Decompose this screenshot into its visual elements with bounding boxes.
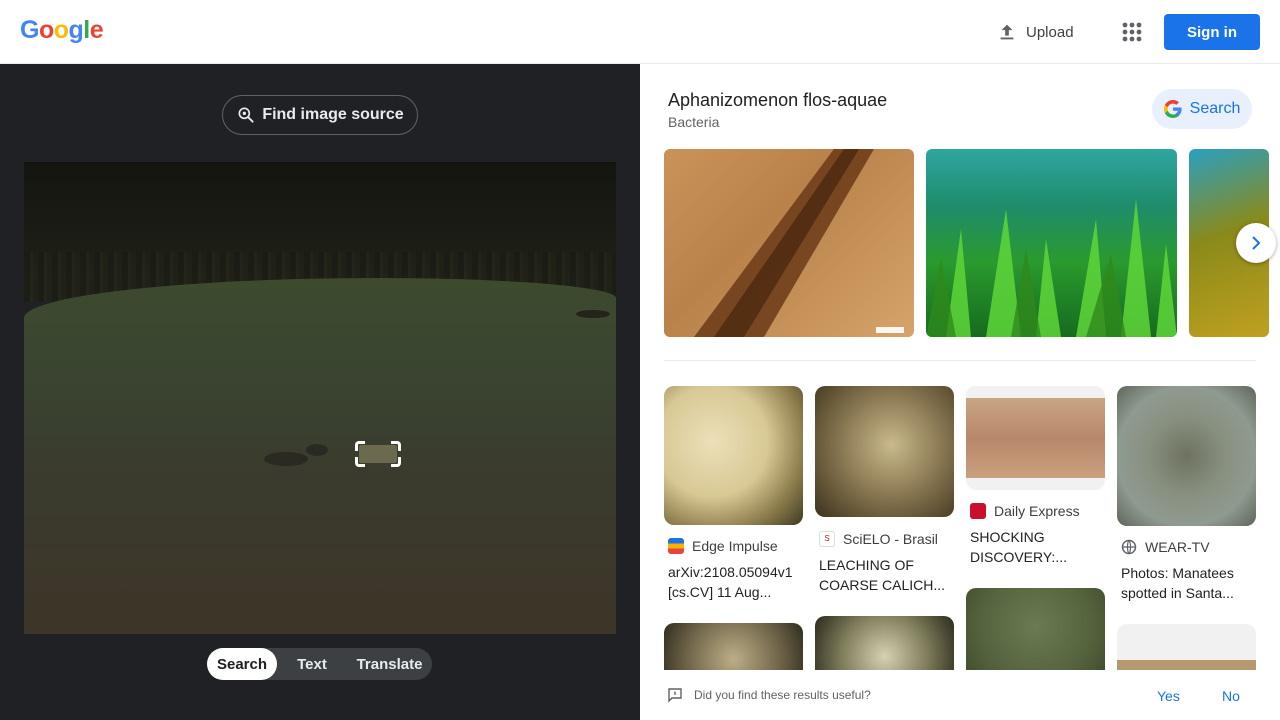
result-title[interactable]: SHOCKING DISCOVERY:... bbox=[970, 527, 1102, 567]
result-source[interactable]: S SciELO - Brasil bbox=[819, 531, 938, 547]
knowledge-subtitle: Bacteria bbox=[668, 114, 720, 130]
crop-selection-box[interactable] bbox=[355, 441, 401, 467]
section-divider bbox=[664, 360, 1256, 361]
mode-tab-text[interactable]: Text bbox=[277, 648, 347, 680]
result-thumbnail[interactable] bbox=[815, 386, 954, 517]
result-source-label: WEAR-TV bbox=[1145, 539, 1210, 555]
result-source-label: Edge Impulse bbox=[692, 538, 778, 554]
lens-search-icon bbox=[238, 107, 254, 123]
upload-button[interactable]: Upload bbox=[990, 16, 1080, 48]
upload-icon bbox=[1000, 24, 1014, 40]
find-image-source-label: Find image source bbox=[262, 106, 404, 123]
result-thumbnail[interactable] bbox=[1117, 386, 1256, 526]
feedback-yes-button[interactable]: Yes bbox=[1157, 688, 1180, 704]
result-source-label: SciELO - Brasil bbox=[843, 531, 938, 547]
knowledge-title[interactable]: Aphanizomenon flos-aquae bbox=[668, 90, 887, 111]
logo-letter: e bbox=[89, 16, 104, 44]
header: Google Upload Sign in bbox=[0, 0, 1280, 64]
result-thumbnail[interactable] bbox=[966, 386, 1105, 490]
result-source[interactable]: Daily Express bbox=[970, 503, 1080, 519]
result-title[interactable]: Photos: Manatees spotted in Santa... bbox=[1121, 563, 1253, 603]
upload-label: Upload bbox=[1026, 23, 1074, 41]
knowledge-search-button[interactable]: Search bbox=[1152, 89, 1252, 129]
mode-switcher: Search Text Translate bbox=[207, 648, 432, 680]
find-image-source-button[interactable]: Find image source bbox=[222, 95, 418, 135]
photo-duck bbox=[576, 310, 610, 318]
apps-grid-icon[interactable] bbox=[1118, 18, 1146, 46]
microscope-strand bbox=[694, 149, 904, 337]
result-source[interactable]: WEAR-TV bbox=[1121, 539, 1210, 555]
photo-duck bbox=[306, 444, 328, 456]
uploaded-photo[interactable] bbox=[24, 162, 616, 634]
crop-handle-bottom-right[interactable] bbox=[391, 457, 401, 467]
feedback-no-button[interactable]: No bbox=[1222, 688, 1240, 704]
feedback-question: Did you find these results useful? bbox=[694, 688, 871, 702]
related-image-1[interactable] bbox=[664, 149, 914, 337]
result-source-label: Daily Express bbox=[994, 503, 1080, 519]
globe-icon bbox=[1121, 539, 1137, 555]
result-title[interactable]: arXiv:2108.05094v1 [cs.CV] 11 Aug... bbox=[668, 562, 800, 602]
photo-duck bbox=[264, 452, 308, 466]
knowledge-search-label: Search bbox=[1189, 100, 1241, 117]
mode-tab-search[interactable]: Search bbox=[207, 648, 277, 680]
carousel-next-button[interactable] bbox=[1236, 223, 1276, 263]
image-viewer-panel: Find image source Search Text Translate bbox=[0, 64, 640, 720]
feedback-bar: Did you find these results useful? Yes N… bbox=[640, 670, 1280, 720]
scielo-icon: S bbox=[819, 531, 835, 547]
daily-express-icon bbox=[970, 503, 986, 519]
related-image-2[interactable] bbox=[926, 149, 1177, 337]
edge-impulse-icon bbox=[668, 538, 684, 554]
google-logo[interactable]: Google bbox=[20, 16, 104, 45]
logo-letter: G bbox=[20, 16, 39, 44]
photo-grass bbox=[24, 278, 616, 634]
crop-handle-top-right[interactable] bbox=[391, 441, 401, 451]
results-panel: Aphanizomenon flos-aquae Bacteria Search bbox=[640, 64, 1280, 720]
feedback-icon bbox=[668, 688, 682, 703]
result-thumbnail[interactable] bbox=[664, 386, 803, 525]
result-title[interactable]: LEACHING OF COARSE CALICH... bbox=[819, 555, 951, 595]
logo-letter: o bbox=[53, 16, 69, 44]
crop-handle-bottom-left[interactable] bbox=[355, 457, 365, 467]
logo-letter: o bbox=[38, 16, 54, 44]
logo-letter: g bbox=[68, 16, 84, 44]
chevron-right-icon bbox=[1252, 236, 1261, 250]
mode-tab-translate[interactable]: Translate bbox=[347, 648, 432, 680]
underwater-plants bbox=[926, 199, 1177, 337]
google-g-icon bbox=[1163, 100, 1182, 118]
crop-handle-top-left[interactable] bbox=[355, 441, 365, 451]
sign-in-button[interactable]: Sign in bbox=[1164, 14, 1260, 50]
result-source[interactable]: Edge Impulse bbox=[668, 538, 778, 554]
result-thumbnail[interactable] bbox=[966, 588, 1105, 683]
